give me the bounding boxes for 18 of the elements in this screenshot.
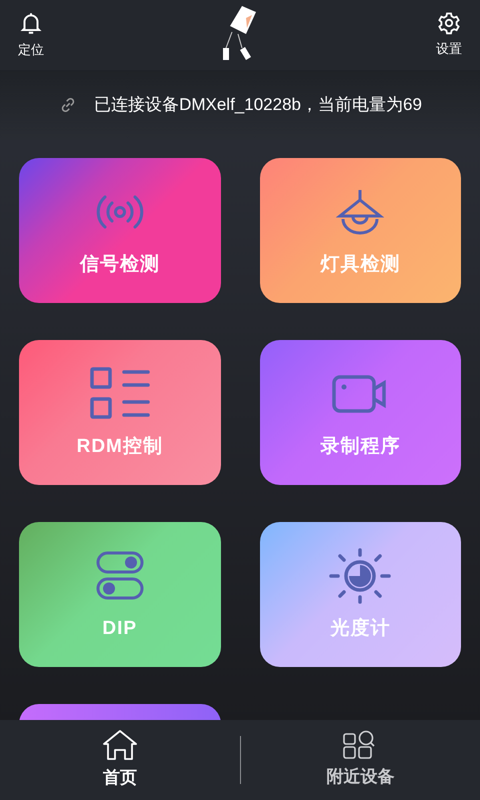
home-icon — [102, 729, 138, 762]
list-icon — [90, 367, 150, 422]
feature-tile[interactable]: 灯具检测 — [260, 158, 461, 303]
connection-status: 已连接设备DMXelf_10228b，当前电量为69 — [94, 94, 422, 116]
settings-button[interactable]: 设置 — [436, 11, 462, 59]
locate-button[interactable]: 定位 — [18, 10, 44, 60]
feature-tile[interactable]: 信号检测 — [19, 158, 220, 303]
toggle-switches-icon — [96, 551, 144, 602]
nav-tab[interactable]: 附近设备 — [240, 730, 480, 790]
grid-search-icon — [343, 730, 378, 760]
settings-icon — [437, 11, 461, 36]
signal-icon — [94, 194, 146, 230]
lamp-icon — [336, 188, 384, 236]
nav-tab[interactable]: 首页 — [0, 729, 240, 791]
sun-icon — [329, 548, 392, 604]
feature-tile[interactable]: 录制程序 — [260, 340, 461, 485]
feature-tile[interactable]: RDM控制 — [19, 340, 220, 485]
video-camera-icon — [332, 375, 388, 414]
